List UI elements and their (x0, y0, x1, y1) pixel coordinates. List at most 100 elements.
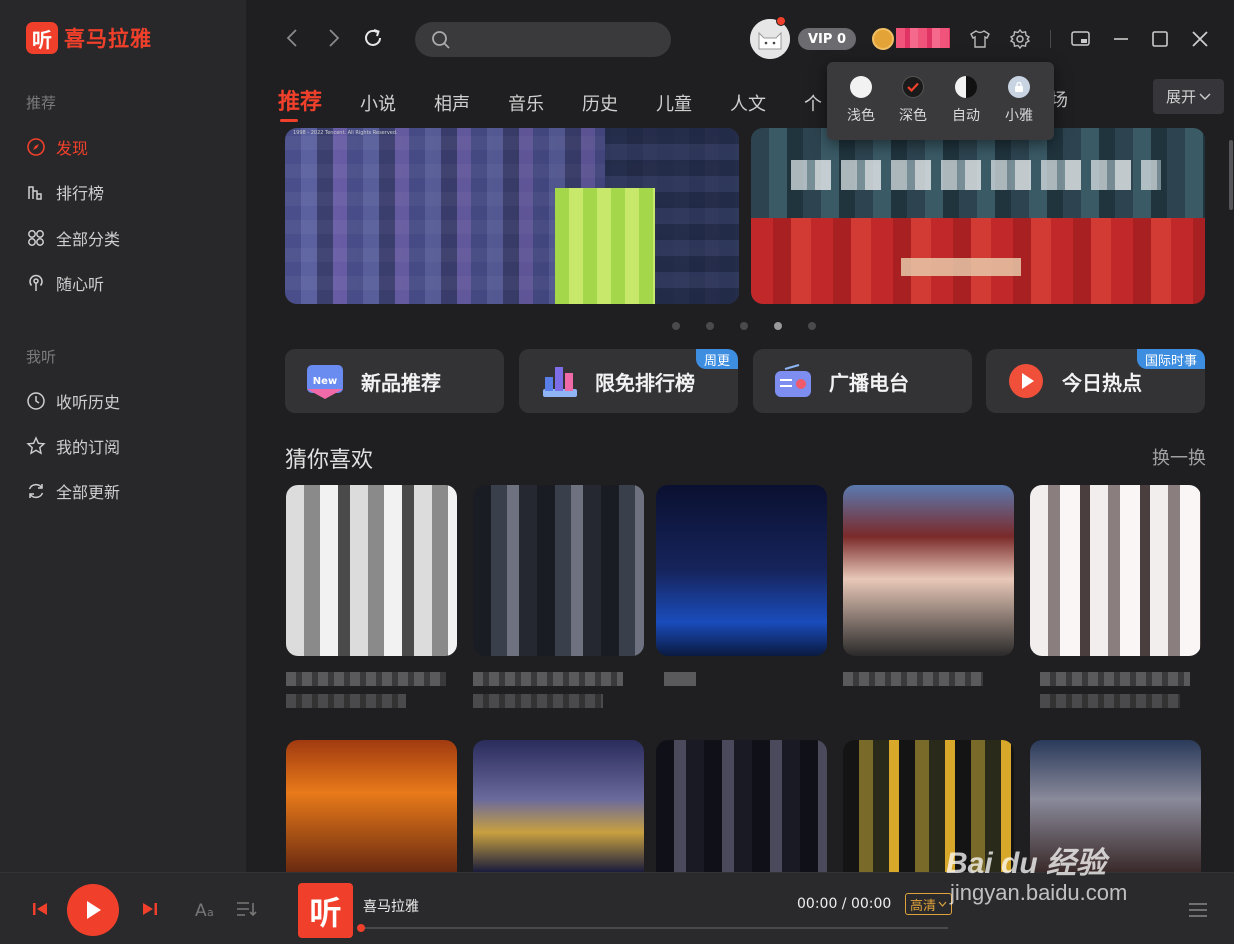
new-badge-icon: New (303, 359, 347, 403)
album-title-redacted[interactable] (286, 672, 446, 716)
scrollbar-thumb[interactable] (1229, 140, 1233, 210)
toolbar-divider (1050, 30, 1051, 48)
quick-entry-new[interactable]: New 新品推荐 (285, 349, 504, 413)
sidebar-item-categories[interactable]: 全部分类 (26, 226, 120, 250)
search-box[interactable] (415, 22, 671, 57)
mini-window-icon (1071, 31, 1090, 46)
quick-entry-label: 今日热点 (1062, 370, 1142, 395)
broadcast-icon (26, 273, 46, 293)
carousel-dot[interactable] (740, 322, 748, 330)
theme-auto-option[interactable]: 自动 (944, 76, 988, 125)
track-title[interactable]: 喜马拉雅 (363, 896, 419, 916)
search-icon (432, 30, 450, 49)
progress-knob[interactable] (357, 924, 365, 932)
carousel-dot[interactable] (706, 322, 714, 330)
back-button[interactable] (278, 24, 306, 52)
speed-button[interactable]: Aa (193, 897, 219, 921)
track-cover[interactable]: 听 (298, 883, 353, 938)
ranking-icon (537, 359, 581, 403)
tab-music[interactable]: 音乐 (508, 90, 544, 116)
sidebar-item-label: 收听历史 (56, 393, 121, 412)
username-redacted[interactable] (896, 28, 950, 48)
quick-entry-ranking[interactable]: 限免排行榜 周更 (519, 349, 738, 413)
expand-tabs-button[interactable]: 展开 (1153, 79, 1224, 114)
skip-previous-icon (33, 903, 47, 915)
carousel-dots (672, 322, 842, 330)
album-card[interactable] (843, 485, 1014, 656)
playlist-icon (1189, 903, 1207, 917)
tab-history[interactable]: 历史 (582, 90, 618, 116)
mini-mode-button[interactable] (1068, 26, 1094, 52)
banner-caption: 1998 - 2022 Tencent. All Rights Reserved… (293, 130, 398, 136)
album-title-redacted[interactable] (843, 672, 983, 716)
album-card[interactable] (1030, 485, 1201, 656)
sidebar-item-ranking[interactable]: 排行榜 (26, 180, 104, 204)
skin-button[interactable] (967, 26, 993, 52)
sidebar-item-random-listen[interactable]: 随心听 (26, 271, 104, 295)
refresh-recommendations-button[interactable]: 换一换 (1152, 444, 1206, 470)
refresh-icon (26, 481, 46, 501)
auto-theme-icon (955, 76, 977, 98)
app-logo[interactable]: 听 喜马拉雅 (26, 22, 152, 54)
album-title-redacted[interactable] (1040, 672, 1190, 716)
carousel-dot[interactable] (672, 322, 680, 330)
sidebar-item-discover[interactable]: 发现 (26, 135, 88, 159)
carousel-dot-active[interactable] (774, 322, 782, 330)
sidebar-item-history[interactable]: 收听历史 (26, 389, 120, 413)
grid-icon (26, 228, 46, 248)
vip-badge[interactable]: VIP 0 (798, 28, 856, 50)
maximize-button[interactable] (1147, 26, 1173, 52)
sidebar-item-updates[interactable]: 全部更新 (26, 479, 120, 503)
tab-children[interactable]: 儿童 (656, 90, 692, 116)
theme-light-option[interactable]: 浅色 (839, 76, 883, 125)
tab-crosstalk[interactable]: 相声 (434, 90, 470, 116)
progress-bar[interactable] (357, 924, 948, 932)
close-button[interactable] (1187, 26, 1213, 52)
next-button[interactable] (140, 899, 160, 919)
album-card[interactable] (286, 740, 457, 872)
previous-button[interactable] (30, 899, 50, 919)
banner-image-figure (555, 188, 655, 304)
theme-menu: 浅色 深色 自动 小雅 (827, 62, 1054, 140)
album-title-redacted[interactable] (664, 672, 704, 716)
theme-label: 自动 (952, 108, 980, 124)
playlist-order-button[interactable] (233, 897, 259, 921)
close-icon (1192, 31, 1208, 47)
search-input[interactable] (461, 31, 661, 48)
banner-1[interactable]: 1998 - 2022 Tencent. All Rights Reserved… (285, 128, 739, 304)
album-title-redacted[interactable] (473, 672, 623, 716)
banner-2[interactable] (751, 128, 1205, 304)
sidebar-item-label: 排行榜 (56, 184, 105, 203)
theme-xiaoya-option[interactable]: 小雅 (997, 76, 1041, 125)
sidebar-item-subscriptions[interactable]: 我的订阅 (26, 434, 120, 458)
album-card[interactable] (656, 740, 827, 872)
quick-entry-hot[interactable]: 今日热点 国际时事 (986, 349, 1205, 413)
category-tabs: 推荐 小说 相声 音乐 历史 儿童 人文 个 (278, 84, 860, 122)
expand-label: 展开 (1165, 88, 1196, 106)
album-card[interactable] (473, 485, 644, 656)
quick-entry-radio[interactable]: 广播电台 (753, 349, 972, 413)
playlist-button[interactable] (1186, 899, 1210, 921)
tab-novel[interactable]: 小说 (360, 90, 396, 116)
tab-partial[interactable]: 个 (804, 90, 822, 116)
notification-dot (776, 16, 786, 26)
watermark-brand: Bai du 经验 (946, 847, 1107, 880)
forward-button[interactable] (320, 24, 348, 52)
album-card[interactable] (473, 740, 644, 872)
play-button[interactable] (67, 884, 119, 936)
quality-selector[interactable]: 高清 (905, 893, 953, 915)
tab-recommend[interactable]: 推荐 (278, 84, 322, 122)
bar-chart-icon (26, 182, 46, 202)
section-title: 猜你喜欢 (285, 448, 374, 473)
tab-humanities[interactable]: 人文 (730, 90, 766, 116)
album-card[interactable] (286, 485, 457, 656)
settings-button[interactable] (1007, 26, 1033, 52)
sidebar-group-recommend: 推荐 (26, 94, 57, 112)
carousel-dot[interactable] (808, 322, 816, 330)
theme-dark-option[interactable]: 深色 (891, 76, 935, 125)
refresh-button[interactable] (359, 24, 387, 52)
minimize-button[interactable] (1108, 26, 1134, 52)
quality-label: 高清 (910, 898, 937, 914)
coin-icon[interactable] (872, 28, 894, 50)
album-card[interactable] (656, 485, 827, 656)
